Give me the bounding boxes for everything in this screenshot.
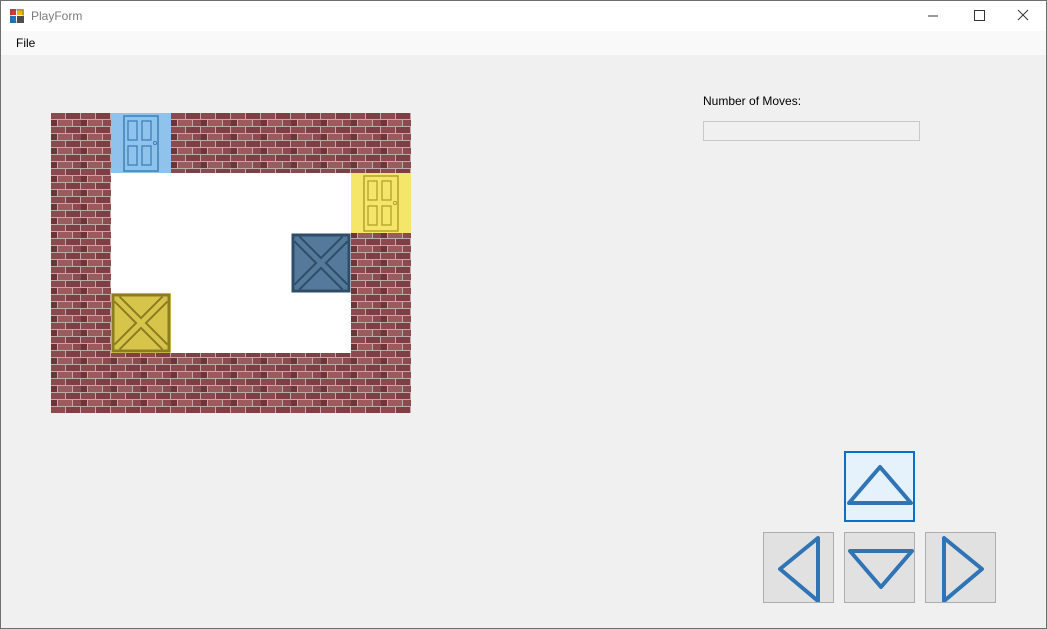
yellow-crate-icon xyxy=(111,293,171,353)
wall-tile xyxy=(291,353,351,413)
down-arrow-icon xyxy=(848,549,914,589)
wall-tile xyxy=(51,293,111,353)
moves-label: Number of Moves: xyxy=(703,94,802,108)
floor-tile xyxy=(231,293,291,353)
wall-tile xyxy=(351,353,411,413)
game-board xyxy=(51,113,411,413)
wall-tile xyxy=(351,233,411,293)
close-icon xyxy=(1017,9,1029,21)
floor-tile xyxy=(171,293,231,353)
play-form-window: PlayForm File Number of Moves: xyxy=(0,0,1047,629)
floor-tile xyxy=(231,233,291,293)
yellow-door-icon xyxy=(351,173,411,233)
wall-tile xyxy=(51,233,111,293)
floor-tile xyxy=(291,293,351,353)
floor-tile xyxy=(291,173,351,233)
move-right-button[interactable] xyxy=(925,532,996,603)
maximize-button[interactable] xyxy=(956,1,1002,31)
wall-tile xyxy=(291,113,351,173)
title-bar: PlayForm xyxy=(1,1,1046,31)
left-arrow-icon xyxy=(778,536,820,602)
moves-count-field xyxy=(703,121,920,141)
wall-tile xyxy=(351,293,411,353)
blue-crate-icon xyxy=(291,233,351,293)
wall-tile xyxy=(171,353,231,413)
minimize-button[interactable] xyxy=(910,1,956,31)
floor-tile xyxy=(111,233,171,293)
up-arrow-icon xyxy=(847,465,913,505)
wall-tile xyxy=(171,113,231,173)
wall-tile xyxy=(51,113,111,173)
wall-tile xyxy=(51,173,111,233)
right-arrow-icon xyxy=(942,536,984,602)
app-icon xyxy=(10,9,24,23)
maximize-icon xyxy=(974,10,985,21)
minimize-icon xyxy=(928,15,938,17)
floor-tile xyxy=(231,173,291,233)
floor-tile xyxy=(171,173,231,233)
wall-tile xyxy=(351,113,411,173)
board-canvas xyxy=(51,113,411,413)
menu-bar: File xyxy=(1,31,1046,55)
floor-tile xyxy=(171,233,231,293)
floor-tile xyxy=(111,173,171,233)
wall-tile xyxy=(231,353,291,413)
move-down-button[interactable] xyxy=(844,532,915,603)
wall-tile xyxy=(111,353,171,413)
wall-tile xyxy=(231,113,291,173)
move-up-button[interactable] xyxy=(844,451,915,522)
menu-file[interactable]: File xyxy=(10,35,41,51)
close-button[interactable] xyxy=(1000,1,1046,31)
move-left-button[interactable] xyxy=(763,532,834,603)
window-title: PlayForm xyxy=(31,9,83,23)
wall-tile xyxy=(51,353,111,413)
blue-door-icon xyxy=(111,113,171,173)
